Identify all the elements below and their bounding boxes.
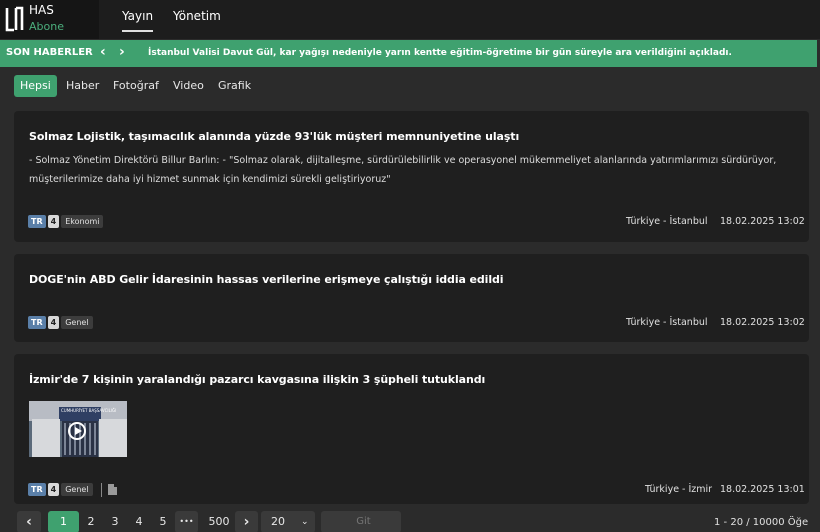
language-badge: TR xyxy=(28,483,46,496)
brand-mark-icon xyxy=(5,6,24,32)
filter-photo[interactable]: Fotoğraf xyxy=(107,75,165,97)
priority-badge: 4 xyxy=(47,215,60,228)
news-location: Türkiye - İstanbul xyxy=(626,216,708,227)
pagination-summary: 1 - 20 / 10000 Öğe xyxy=(714,517,809,528)
news-location: Türkiye - İstanbul xyxy=(626,317,708,328)
top-bar: HAS Abone Yayın Yönetim xyxy=(0,0,820,39)
news-card[interactable]: İzmir'de 7 kişinin yaralandığı pazarcı k… xyxy=(14,354,809,504)
language-badge: TR xyxy=(28,316,46,329)
category-badge[interactable]: Genel xyxy=(61,483,93,496)
page-size-value: 20 xyxy=(271,515,285,528)
breaking-news-ticker: SON HABERLER ‹ › İstanbul Valisi Davut G… xyxy=(0,40,817,67)
tag-divider xyxy=(100,483,102,497)
document-icon[interactable] xyxy=(107,484,117,495)
language-badge: TR xyxy=(28,215,46,228)
page-3-button[interactable]: 3 xyxy=(108,511,122,532)
page-size-select[interactable]: 20 ⌄ xyxy=(261,511,315,532)
last-page-button[interactable]: 500 xyxy=(206,511,232,532)
priority-badge: 4 xyxy=(47,316,60,329)
thumbnail-sign-text: CUMHURİYET BAŞSAVCILIĞI xyxy=(61,408,117,413)
page-4-button[interactable]: 4 xyxy=(132,511,146,532)
news-tags: TR 4 Ekonomi xyxy=(28,215,105,229)
page-1-button[interactable]: 1 xyxy=(48,511,79,532)
more-pages-button[interactable]: ••• xyxy=(175,511,198,532)
filter-all[interactable]: Hepsi xyxy=(14,75,57,97)
brand-logo[interactable]: HAS Abone xyxy=(0,0,99,39)
page-2-button[interactable]: 2 xyxy=(84,511,98,532)
page-5-button[interactable]: 5 xyxy=(156,511,170,532)
filter-graphic[interactable]: Grafik xyxy=(212,75,257,97)
filter-news[interactable]: Haber xyxy=(60,75,105,97)
news-tags: TR 4 Genel xyxy=(28,483,117,497)
pagination: ‹ 1 2 3 4 5 ••• 500 › 20 ⌄ 1 - 20 / 1000… xyxy=(0,508,820,532)
news-title[interactable]: DOGE'nin ABD Gelir İdaresinin hassas ver… xyxy=(29,273,504,286)
ticker-prev-button[interactable]: ‹ xyxy=(100,44,106,60)
news-date: 18.02.2025 13:02 xyxy=(720,216,805,227)
news-card[interactable]: Solmaz Lojistik, taşımacılık alanında yü… xyxy=(14,111,809,242)
filter-video[interactable]: Video xyxy=(167,75,210,97)
brand-subtitle: Abone xyxy=(29,20,64,33)
video-thumbnail[interactable]: CUMHURİYET BAŞSAVCILIĞI xyxy=(29,401,127,457)
news-tags: TR 4 Genel xyxy=(28,316,95,330)
news-card[interactable]: DOGE'nin ABD Gelir İdaresinin hassas ver… xyxy=(14,254,809,342)
brand-name: HAS xyxy=(29,3,54,17)
news-title[interactable]: İzmir'de 7 kişinin yaralandığı pazarcı k… xyxy=(29,373,485,386)
news-location: Türkiye - İzmir xyxy=(645,484,713,495)
chevron-down-icon: ⌄ xyxy=(301,517,309,527)
nav-tab-yonetim[interactable]: Yönetim xyxy=(173,9,221,23)
goto-page-input[interactable] xyxy=(321,511,401,532)
category-badge[interactable]: Ekonomi xyxy=(61,215,104,228)
play-circle-icon[interactable] xyxy=(68,422,86,440)
prev-page-button[interactable]: ‹ xyxy=(17,511,41,532)
priority-badge: 4 xyxy=(47,483,60,496)
ticker-next-button[interactable]: › xyxy=(119,44,125,60)
next-page-button[interactable]: › xyxy=(235,511,258,532)
category-badge[interactable]: Genel xyxy=(61,316,93,329)
news-date: 18.02.2025 13:02 xyxy=(720,317,805,328)
news-summary: - Solmaz Yönetim Direktörü Billur Barlın… xyxy=(29,155,777,185)
news-title[interactable]: Solmaz Lojistik, taşımacılık alanında yü… xyxy=(29,130,519,143)
ticker-headline[interactable]: İstanbul Valisi Davut Gül, kar yağışı ne… xyxy=(148,48,732,58)
nav-tab-yayin[interactable]: Yayın xyxy=(122,9,154,32)
news-date: 18.02.2025 13:01 xyxy=(720,484,805,495)
ticker-label: SON HABERLER xyxy=(6,47,93,58)
